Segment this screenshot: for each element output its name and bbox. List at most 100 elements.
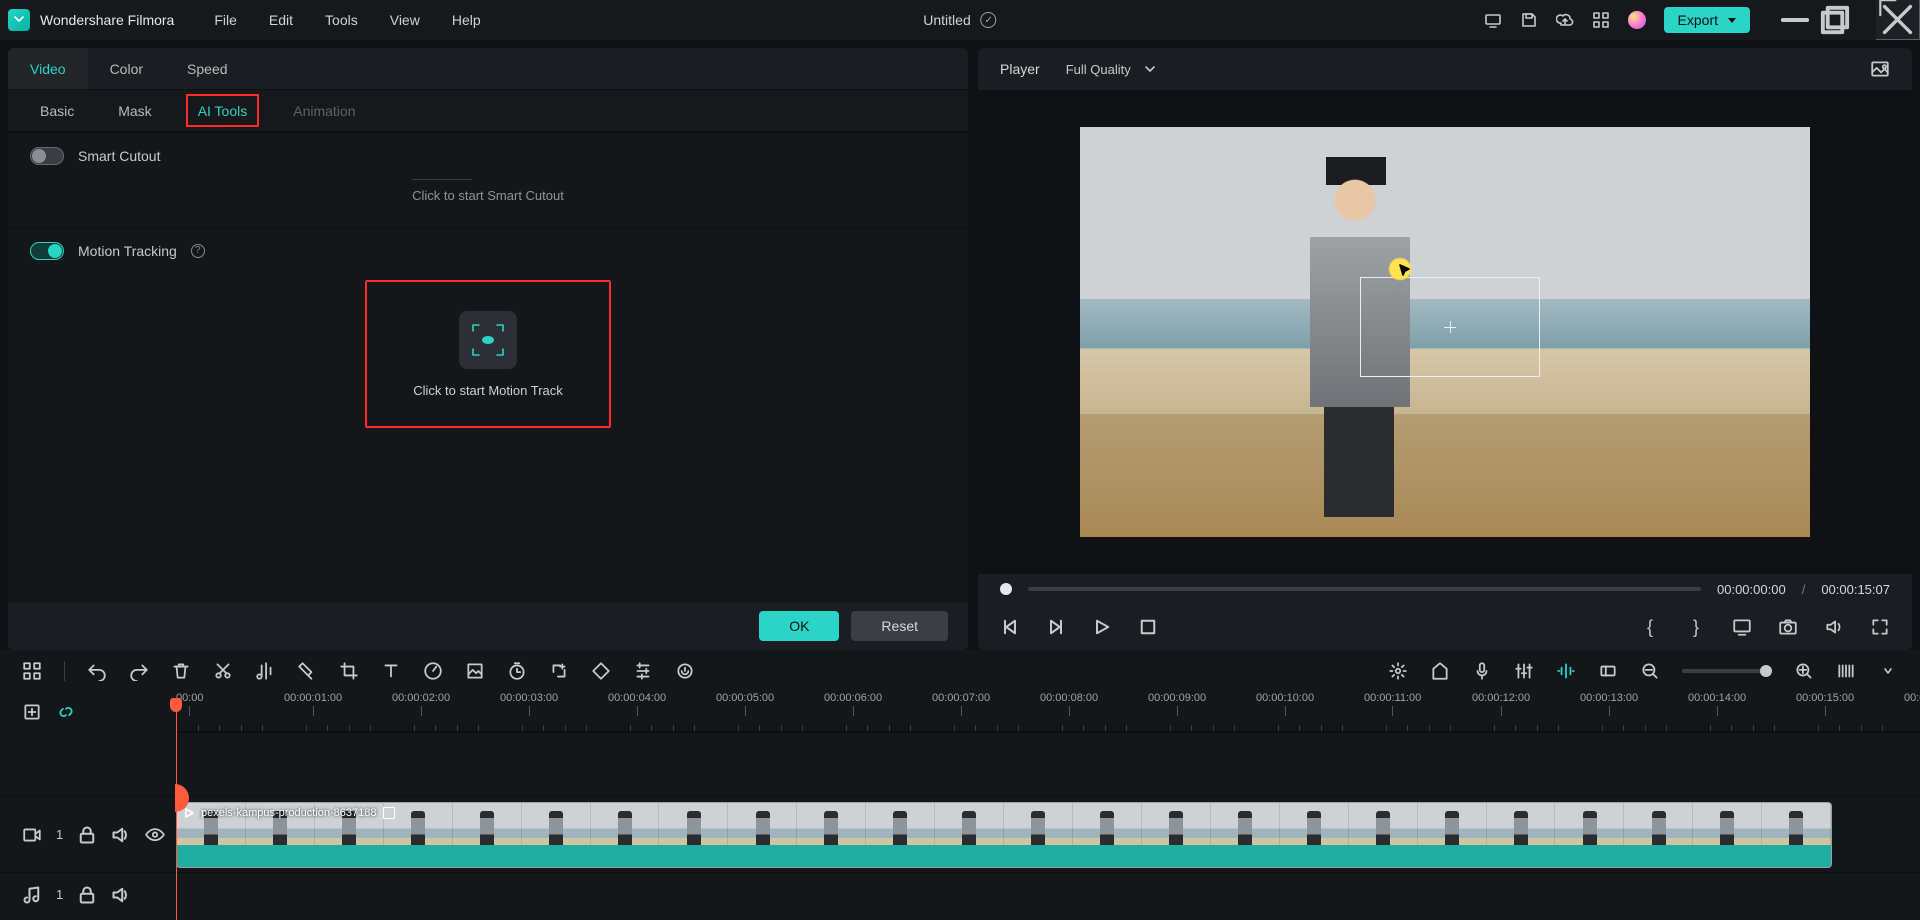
- saved-indicator-icon: ✓: [981, 12, 997, 28]
- subtab-ai-tools[interactable]: AI Tools: [186, 94, 260, 127]
- quality-select[interactable]: Full Quality: [1066, 62, 1155, 77]
- ruler-tick: 00:00:14:00: [1688, 692, 1746, 716]
- zoom-slider[interactable]: [1682, 669, 1772, 673]
- timeline: 1 1 00:0000:00:01:0000:00:02:0000:00:03:…: [0, 692, 1920, 920]
- tab-speed[interactable]: Speed: [165, 48, 249, 89]
- lock-icon[interactable]: [77, 825, 97, 845]
- record-voiceover-icon[interactable]: [1472, 661, 1492, 681]
- video-clip[interactable]: pexels-kampus-production-8637188: [176, 802, 1832, 868]
- mark-in-icon[interactable]: {: [1640, 617, 1660, 637]
- snap-icon[interactable]: [1598, 661, 1618, 681]
- video-frame: [1080, 127, 1810, 537]
- audio-detach-icon[interactable]: [255, 661, 275, 681]
- timeline-options-icon[interactable]: [1878, 661, 1898, 681]
- tab-color[interactable]: Color: [88, 48, 165, 89]
- window-maximize-button[interactable]: [1818, 6, 1852, 34]
- menu-view[interactable]: View: [390, 12, 420, 28]
- crop-icon[interactable]: [339, 661, 359, 681]
- volume-icon[interactable]: [1824, 617, 1844, 637]
- zoom-out-icon[interactable]: [1640, 661, 1660, 681]
- ruler-tick: 00:00:01:00: [284, 692, 342, 716]
- snapshot-icon[interactable]: [1778, 617, 1798, 637]
- help-icon[interactable]: ?: [191, 244, 205, 258]
- speed-icon[interactable]: [423, 661, 443, 681]
- audio-lock-icon[interactable]: [77, 885, 97, 905]
- link-icon[interactable]: [52, 698, 80, 726]
- media-icon[interactable]: [22, 661, 42, 681]
- window-close-button[interactable]: [1876, 0, 1920, 40]
- video-track-row[interactable]: pexels-kampus-production-8637188: [176, 796, 1920, 872]
- user-avatar[interactable]: [1628, 11, 1646, 29]
- empty-track-row[interactable]: [176, 732, 1920, 796]
- stop-button[interactable]: [1138, 617, 1158, 637]
- subtab-mask[interactable]: Mask: [108, 90, 161, 131]
- motion-track-box[interactable]: [1360, 277, 1540, 377]
- export-button[interactable]: Export: [1664, 7, 1750, 33]
- render-preview-icon[interactable]: [1388, 661, 1408, 681]
- clip-play-icon: [183, 807, 195, 819]
- delete-icon[interactable]: [171, 661, 191, 681]
- play-button[interactable]: [1092, 617, 1112, 637]
- keyframe-plus-icon[interactable]: [549, 661, 569, 681]
- mark-out-icon[interactable]: }: [1686, 617, 1706, 637]
- prev-frame-button[interactable]: [1000, 617, 1020, 637]
- player-tab[interactable]: Player: [1000, 61, 1040, 77]
- keyframe-icon[interactable]: [591, 661, 611, 681]
- display-settings-icon[interactable]: [1732, 617, 1752, 637]
- device-preview-icon[interactable]: [1484, 11, 1502, 29]
- tab-video[interactable]: Video: [8, 48, 88, 89]
- undo-icon[interactable]: [87, 661, 107, 681]
- reset-button[interactable]: Reset: [851, 611, 948, 641]
- auto-ripple-icon[interactable]: [1556, 661, 1576, 681]
- add-track-icon[interactable]: [22, 702, 42, 722]
- smart-cutout-toggle[interactable]: [30, 147, 64, 165]
- main-menu: File Edit Tools View Help: [214, 12, 480, 28]
- zoom-in-icon[interactable]: [1794, 661, 1814, 681]
- audio-mute-icon[interactable]: [111, 885, 131, 905]
- mute-icon[interactable]: [111, 825, 131, 845]
- scrub-track[interactable]: [1028, 587, 1701, 591]
- marker-flag-icon[interactable]: [1430, 661, 1450, 681]
- video-track-number: 1: [56, 827, 63, 842]
- player-scrubber[interactable]: 00:00:00:00 / 00:00:15:07: [978, 574, 1912, 604]
- save-icon[interactable]: [1520, 11, 1538, 29]
- menu-tools[interactable]: Tools: [325, 12, 358, 28]
- window-minimize-button[interactable]: [1778, 6, 1812, 34]
- fullscreen-icon[interactable]: [1870, 617, 1890, 637]
- motion-track-icon: [459, 311, 517, 369]
- subtab-animation[interactable]: Animation: [283, 90, 365, 131]
- visibility-icon[interactable]: [145, 825, 165, 845]
- text-icon[interactable]: [381, 661, 401, 681]
- color-match-icon[interactable]: [465, 661, 485, 681]
- timeline-ruler[interactable]: 00:0000:00:01:0000:00:02:0000:00:03:0000…: [176, 692, 1920, 732]
- snapshot-panel-icon[interactable]: [1870, 59, 1890, 79]
- ok-button[interactable]: OK: [759, 611, 839, 641]
- project-title[interactable]: Untitled: [923, 12, 970, 28]
- smart-cutout-hint[interactable]: Click to start Smart Cutout: [412, 188, 564, 203]
- adjust-icon[interactable]: [633, 661, 653, 681]
- scrub-handle[interactable]: [1000, 583, 1012, 595]
- marker-icon[interactable]: [297, 661, 317, 681]
- duration-icon[interactable]: [507, 661, 527, 681]
- preview-viewport[interactable]: [978, 90, 1912, 574]
- ruler-tick: 00:00:05:00: [716, 692, 774, 716]
- menu-edit[interactable]: Edit: [269, 12, 293, 28]
- audio-track-row[interactable]: [176, 872, 1920, 916]
- zoom-to-fit-icon[interactable]: [1836, 661, 1856, 681]
- start-motion-track-button[interactable]: Click to start Motion Track: [365, 280, 611, 428]
- menu-file[interactable]: File: [214, 12, 237, 28]
- menu-help[interactable]: Help: [452, 12, 481, 28]
- cut-icon[interactable]: [213, 661, 233, 681]
- cloud-upload-icon[interactable]: [1556, 11, 1574, 29]
- apps-grid-icon[interactable]: [1592, 11, 1610, 29]
- audio-track-header: 1: [0, 872, 176, 916]
- video-track-icon: [22, 825, 42, 845]
- clip-effect-icon: [383, 807, 395, 819]
- audio-mixer-icon[interactable]: [1514, 661, 1534, 681]
- next-frame-button[interactable]: [1046, 617, 1066, 637]
- titlebar: Wondershare Filmora File Edit Tools View…: [0, 0, 1920, 40]
- motion-tracking-toggle[interactable]: [30, 242, 64, 260]
- subtab-basic[interactable]: Basic: [30, 90, 84, 131]
- voice-effect-icon[interactable]: [675, 661, 695, 681]
- redo-icon[interactable]: [129, 661, 149, 681]
